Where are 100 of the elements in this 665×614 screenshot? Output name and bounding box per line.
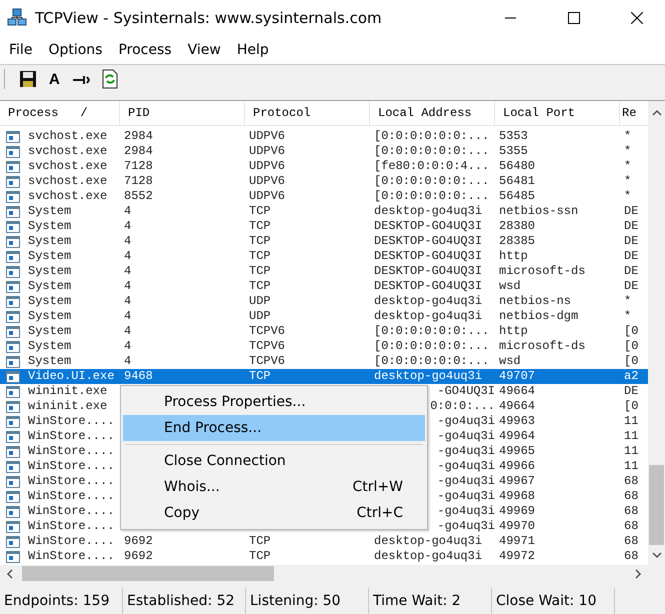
table-cell: [fe80:0:0:0:4... — [374, 159, 490, 174]
table-cell: TCPV6 — [249, 339, 286, 354]
table-cell: http — [499, 324, 528, 339]
table-cell: 68 — [624, 534, 638, 549]
table-cell: 4 — [124, 324, 132, 339]
table-cell: 5353 — [499, 129, 528, 144]
table-cell: 49664 — [499, 399, 536, 414]
table-cell: WinStore.... — [28, 429, 114, 444]
status-panel: Established: 52 — [123, 588, 246, 614]
table-cell: [0 — [624, 399, 638, 414]
table-cell: 8552 — [124, 189, 153, 204]
table-cell: -GO4UQ3I — [437, 384, 495, 399]
table-cell: TCP — [249, 279, 271, 294]
table-cell: * — [624, 159, 632, 174]
table-cell: * — [624, 294, 632, 309]
status-panel: Listening: 50 — [246, 588, 369, 614]
table-cell: DE — [624, 279, 638, 294]
table-cell: [0:0:0:0:0:0:... — [374, 144, 490, 159]
table-cell: 11 — [624, 429, 638, 444]
table-cell: [0:0:0:0:0:0:... — [374, 129, 490, 144]
status-panel: Close Wait: 10 — [492, 588, 615, 614]
table-cell: 9692 — [124, 534, 153, 549]
table-cell: 49965 — [499, 444, 536, 459]
table-cell: svchost.exe — [28, 189, 108, 204]
table-cell: TCP — [249, 549, 271, 564]
table-cell: DESKTOP-GO4UQ3I — [374, 219, 482, 234]
table-cell: 68 — [624, 549, 638, 564]
table-cell: System — [28, 264, 72, 279]
table-cell: DESKTOP-GO4UQ3I — [374, 234, 482, 249]
status-panel: Endpoints: 159 — [0, 588, 123, 614]
table-cell: WinStore.... — [28, 444, 114, 459]
table-cell: 2984 — [124, 144, 153, 159]
table-cell: [0 — [624, 354, 638, 369]
table-cell: TCP — [249, 219, 271, 234]
table-cell: 4 — [124, 279, 132, 294]
table-cell: System — [28, 279, 72, 294]
table-cell: [0 — [624, 339, 638, 354]
table-cell: WinStore.... — [28, 534, 114, 549]
table-cell: 49967 — [499, 474, 536, 489]
status-panel: Time Wait: 2 — [369, 588, 492, 614]
table-cell: 4 — [124, 204, 132, 219]
table-cell: desktop-go4uq3i — [374, 369, 482, 384]
table-cell: System — [28, 204, 72, 219]
table-cell: [0:0:0:0:0:0:... — [374, 354, 490, 369]
table-cell: [0 — [624, 324, 638, 339]
table-cell: 4 — [124, 264, 132, 279]
table-cell: System — [28, 294, 72, 309]
table-cell: wininit.exe — [28, 384, 108, 399]
table-cell: -go4uq3i — [437, 474, 495, 489]
table-cell: DE — [624, 249, 638, 264]
table-cell: 4 — [124, 294, 132, 309]
table-cell: 4 — [124, 309, 132, 324]
table-cell: netbios-ssn — [499, 204, 578, 219]
table-cell: svchost.exe — [28, 174, 108, 189]
table-cell: -go4uq3i — [437, 504, 495, 519]
table-cell: WinStore.... — [28, 414, 114, 429]
table-cell: UDPV6 — [249, 174, 286, 189]
table-cell: System — [28, 339, 72, 354]
table-cell: 7128 — [124, 159, 153, 174]
table-cell: System — [28, 309, 72, 324]
table-cell: TCP — [249, 534, 271, 549]
table-cell: UDPV6 — [249, 189, 286, 204]
table-cell: wsd — [499, 279, 521, 294]
table-cell: 49968 — [499, 489, 536, 504]
table-cell: DE — [624, 264, 638, 279]
table-cell: TCP — [249, 264, 271, 279]
table-cell: * — [624, 144, 632, 159]
table-cell: System — [28, 219, 72, 234]
table-cell: http — [499, 249, 528, 264]
table-cell: 49972 — [499, 549, 536, 564]
table-cell: a2 — [624, 369, 638, 384]
table-cell: TCP — [249, 249, 271, 264]
table-cell: 56480 — [499, 159, 536, 174]
table-cell: 56485 — [499, 189, 536, 204]
table-cell: desktop-go4uq3i — [374, 309, 482, 324]
table-cell: [0:0:0:0:0:0:... — [374, 174, 490, 189]
table-cell: 11 — [624, 414, 638, 429]
table-cell: 7128 — [124, 174, 153, 189]
table-cell: DE — [624, 384, 638, 399]
table-cell: System — [28, 249, 72, 264]
table-cell: 11 — [624, 459, 638, 474]
table-cell: -go4uq3i — [437, 444, 495, 459]
table-cell: TCPV6 — [249, 354, 286, 369]
table-cell: 49966 — [499, 459, 536, 474]
table-cell: 56481 — [499, 174, 536, 189]
table-cell: [0:0:0:0:0:0:... — [374, 189, 490, 204]
table-cell: DESKTOP-GO4UQ3I — [374, 279, 482, 294]
table-cell: 4 — [124, 339, 132, 354]
table-cell: WinStore.... — [28, 474, 114, 489]
table-cell: 68 — [624, 474, 638, 489]
table-cell: 5355 — [499, 144, 528, 159]
table-cell: 11 — [624, 444, 638, 459]
table-cell: 49963 — [499, 414, 536, 429]
table-cell: DE — [624, 219, 638, 234]
window-title: TCPView - Sysinternals: www.sysinternals.com — [35, 9, 382, 27]
table-cell: UDP — [249, 309, 271, 324]
table-cell: WinStore.... — [28, 459, 114, 474]
table-cell: 68 — [624, 519, 638, 534]
table-cell: TCP — [249, 204, 271, 219]
table-cell: svchost.exe — [28, 159, 108, 174]
